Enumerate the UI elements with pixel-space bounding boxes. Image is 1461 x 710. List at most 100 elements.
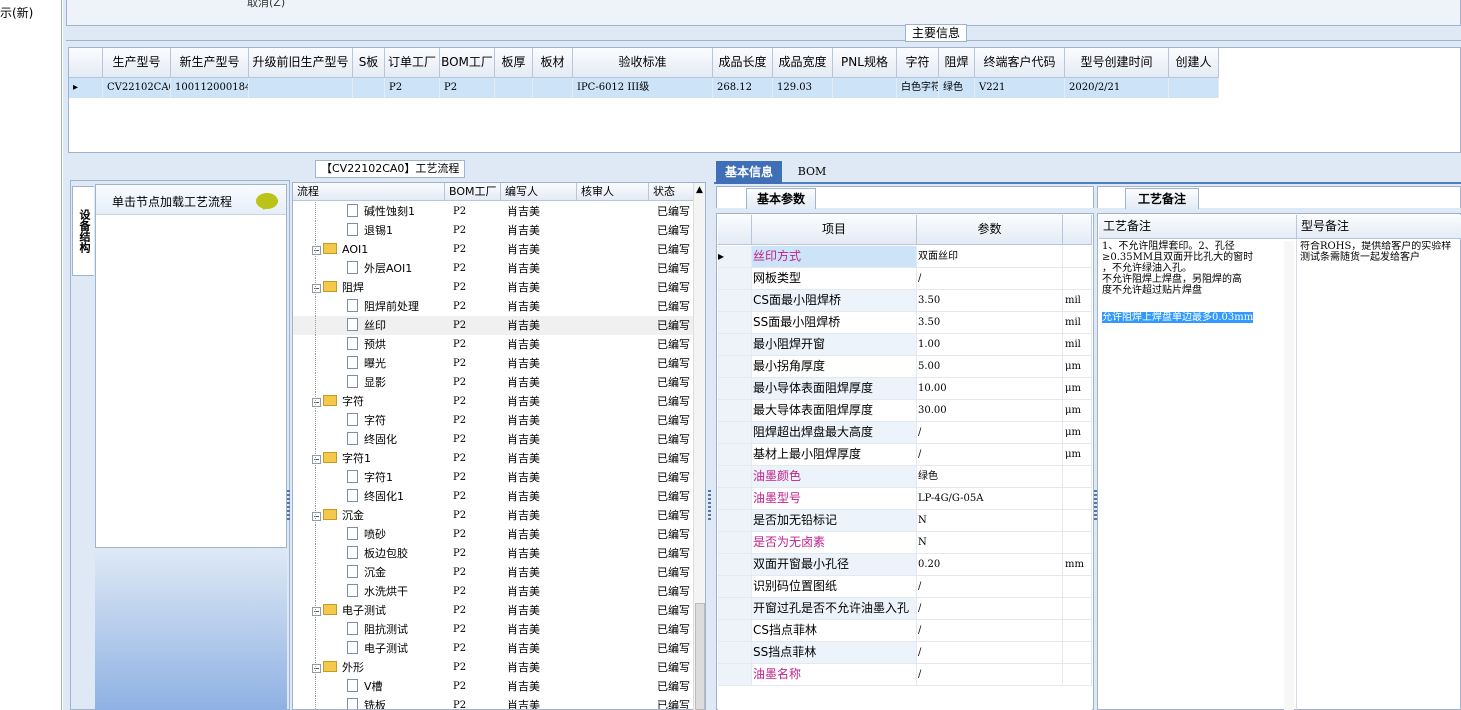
param-value[interactable]: /: [917, 664, 1063, 685]
param-row[interactable]: 最小阻焊开窗 1.00 mil: [718, 334, 1092, 356]
table-cell[interactable]: [533, 78, 573, 98]
collapse-icon[interactable]: −: [312, 664, 321, 673]
collapse-icon[interactable]: −: [312, 512, 321, 521]
tree-node[interactable]: 终固化: [293, 430, 445, 449]
tree-row[interactable]: − 字符1 P2 肖吉美 已编写: [293, 449, 705, 468]
param-row[interactable]: 油墨型号 LP-4G/G-05A: [718, 488, 1092, 510]
table-cell[interactable]: 268.12: [713, 78, 773, 98]
tree-row[interactable]: 喷砂 P2 肖吉美 已编写: [293, 525, 705, 544]
tree-row[interactable]: 电子测试 P2 肖吉美 已编写: [293, 639, 705, 658]
tree-node[interactable]: − 字符1: [293, 449, 445, 468]
column-header[interactable]: 型号创建时间: [1065, 48, 1169, 77]
param-value[interactable]: 3.50: [917, 290, 1063, 311]
tab-basic-info[interactable]: 基本信息: [716, 161, 782, 184]
tree-row[interactable]: 板边包胶 P2 肖吉美 已编写: [293, 544, 705, 563]
param-value[interactable]: /: [917, 422, 1063, 443]
table-cell[interactable]: [249, 78, 353, 98]
param-row[interactable]: 阻焊超出焊盘最大高度 / μm: [718, 422, 1092, 444]
tree-node[interactable]: 沉金: [293, 563, 445, 582]
table-cell[interactable]: CV22102CA0: [103, 78, 171, 98]
param-value[interactable]: N: [917, 510, 1063, 531]
tree-node[interactable]: 喷砂: [293, 525, 445, 544]
column-header[interactable]: 流程: [293, 183, 445, 200]
table-cell[interactable]: 白色字符: [897, 78, 939, 98]
tree-row[interactable]: 字符1 P2 肖吉美 已编写: [293, 468, 705, 487]
param-row[interactable]: ▸ 丝印方式 双面丝印: [718, 246, 1092, 268]
horizontal-splitter[interactable]: [66, 153, 1461, 159]
tree-node[interactable]: 显影: [293, 373, 445, 392]
param-value[interactable]: 5.00: [917, 356, 1063, 377]
param-value[interactable]: /: [917, 268, 1063, 289]
column-header[interactable]: [718, 215, 752, 244]
param-value[interactable]: N: [917, 532, 1063, 553]
column-header[interactable]: 订单工厂: [385, 48, 440, 77]
column-header[interactable]: PNL规格: [833, 48, 897, 77]
param-row[interactable]: 双面开窗最小孔径 0.20 mm: [718, 554, 1092, 576]
collapse-icon[interactable]: −: [312, 284, 321, 293]
left-grip[interactable]: [287, 490, 290, 520]
tab-bom[interactable]: BOM: [792, 161, 832, 184]
tree-row[interactable]: 阻抗测试 P2 肖吉美 已编写: [293, 620, 705, 639]
column-header[interactable]: 字符: [897, 48, 939, 77]
tree-node[interactable]: 阻焊前处理: [293, 297, 445, 316]
param-value[interactable]: 双面丝印: [917, 246, 1063, 267]
tree-row[interactable]: − 字符 P2 肖吉美 已编写: [293, 392, 705, 411]
tab-process-notes[interactable]: 工艺备注: [1125, 188, 1199, 209]
table-cell[interactable]: 10011200018491: [171, 78, 249, 98]
param-row[interactable]: CS面最小阻焊桥 3.50 mil: [718, 290, 1092, 312]
param-value[interactable]: /: [917, 576, 1063, 597]
tree-node[interactable]: − AOI1: [293, 240, 445, 259]
column-header[interactable]: 终端客户代码: [975, 48, 1065, 77]
param-value[interactable]: /: [917, 620, 1063, 641]
mid-grip[interactable]: [708, 490, 711, 520]
param-row[interactable]: 油墨颜色 绿色: [718, 466, 1092, 488]
tree-row[interactable]: 终固化 P2 肖吉美 已编写: [293, 430, 705, 449]
tree-scrollbar[interactable]: ▲: [693, 183, 705, 710]
column-header[interactable]: 板材: [533, 48, 573, 77]
note-scrollbar[interactable]: [1284, 241, 1294, 710]
tree-node[interactable]: − 电子测试: [293, 601, 445, 620]
table-cell[interactable]: P2: [385, 78, 440, 98]
column-header[interactable]: 验收标准: [573, 48, 713, 77]
param-row[interactable]: 是否加无铅标记 N: [718, 510, 1092, 532]
tab-basic-params[interactable]: 基本参数: [746, 188, 816, 209]
cancel-label[interactable]: 取消(Z): [247, 0, 285, 10]
param-row[interactable]: CS挡点菲林 /: [718, 620, 1092, 642]
tree-node[interactable]: 外层AOI1: [293, 259, 445, 278]
param-value[interactable]: 绿色: [917, 466, 1063, 487]
tree-node[interactable]: 退锡1: [293, 221, 445, 240]
column-header[interactable]: 升级前旧生产型号: [249, 48, 353, 77]
table-cell[interactable]: 129.03: [773, 78, 833, 98]
param-value[interactable]: 3.50: [917, 312, 1063, 333]
tree-row[interactable]: 字符 P2 肖吉美 已编写: [293, 411, 705, 430]
param-value[interactable]: /: [917, 598, 1063, 619]
column-header[interactable]: 新生产型号: [171, 48, 249, 77]
tree-row[interactable]: V槽 P2 肖吉美 已编写: [293, 677, 705, 696]
scroll-up-icon[interactable]: ▲: [696, 185, 703, 195]
tree-node[interactable]: 阻抗测试: [293, 620, 445, 639]
tree-node[interactable]: 碱性蚀刻1: [293, 202, 445, 221]
table-cell[interactable]: [1169, 78, 1219, 98]
param-row[interactable]: 最大导体表面阻焊厚度 30.00 μm: [718, 400, 1092, 422]
column-header[interactable]: S板: [353, 48, 385, 77]
tree-row[interactable]: − 沉金 P2 肖吉美 已编写: [293, 506, 705, 525]
tree-row[interactable]: 碱性蚀刻1 P2 肖吉美 已编写: [293, 202, 705, 221]
tree-row[interactable]: 曝光 P2 肖吉美 已编写: [293, 354, 705, 373]
tree-row[interactable]: 沉金 P2 肖吉美 已编写: [293, 563, 705, 582]
column-header[interactable]: 项目: [752, 215, 917, 244]
param-value[interactable]: LP-4G/G-05A: [917, 488, 1063, 509]
param-row[interactable]: 最小导体表面阻焊厚度 10.00 μm: [718, 378, 1092, 400]
column-header[interactable]: 成品长度: [713, 48, 773, 77]
tree-row[interactable]: 外层AOI1 P2 肖吉美 已编写: [293, 259, 705, 278]
param-value[interactable]: 1.00: [917, 334, 1063, 355]
tree-node[interactable]: 板边包胶: [293, 544, 445, 563]
tree-node[interactable]: 字符: [293, 411, 445, 430]
table-row[interactable]: ▸CV22102CA010011200018491 P2P2 IPC-6012 II…: [69, 78, 1219, 98]
table-cell[interactable]: [833, 78, 897, 98]
param-value[interactable]: /: [917, 444, 1063, 465]
param-row[interactable]: SS面最小阻焊桥 3.50 mil: [718, 312, 1092, 334]
tree-row[interactable]: − AOI1 P2 肖吉美 已编写: [293, 240, 705, 259]
table-cell[interactable]: [495, 78, 533, 98]
tree-node[interactable]: − 字符: [293, 392, 445, 411]
tree-row[interactable]: 丝印 P2 肖吉美 已编写: [293, 316, 705, 335]
